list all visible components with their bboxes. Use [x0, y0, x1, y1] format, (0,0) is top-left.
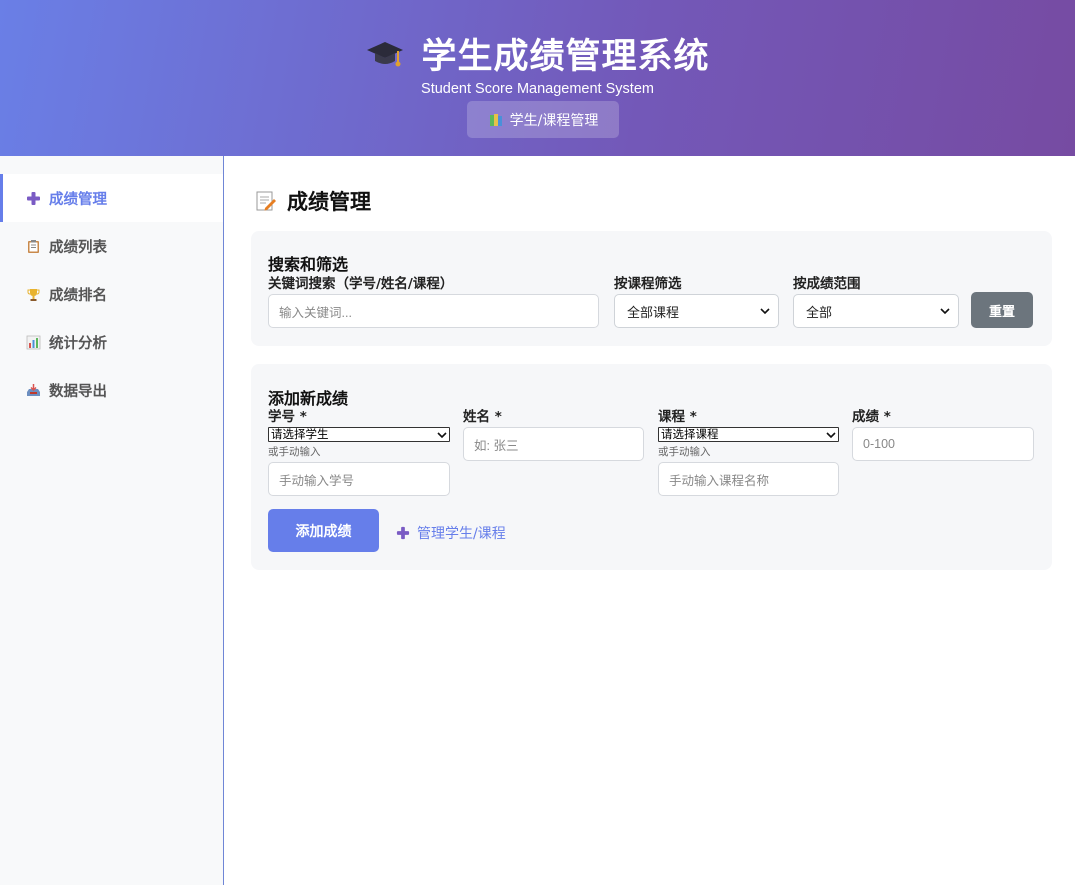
name-label: 姓名 *	[463, 409, 502, 425]
sidebar-item-label: 成绩排名	[49, 287, 107, 304]
keyword-placeholder: 输入关键词...	[279, 305, 352, 320]
plus-icon	[396, 526, 410, 540]
keyword-label: 关键词搜索（学号/姓名/课程）	[268, 276, 454, 292]
sidebar-item-label: 统计分析	[49, 335, 107, 352]
course-select[interactable]: 请选择课程	[658, 427, 839, 442]
manage-link-label: 管理学生/课程	[417, 526, 506, 542]
app-title: 学生成绩管理系统	[421, 37, 710, 77]
student-id-input[interactable]: 手动输入学号	[268, 462, 450, 496]
clipboard-icon	[28, 239, 39, 253]
score-input[interactable]: 0-100	[852, 427, 1034, 461]
sidebar-item-label: 数据导出	[49, 383, 107, 400]
course-filter-label: 按课程筛选	[614, 276, 682, 292]
course-name-input[interactable]: 手动输入课程名称	[658, 462, 839, 496]
score-placeholder: 0-100	[863, 437, 895, 451]
sidebar-item-statistics[interactable]: 统计分析	[0, 318, 223, 366]
plus-icon	[27, 191, 40, 205]
chevron-down-icon	[437, 431, 447, 438]
score-range-label: 按成绩范围	[793, 276, 861, 292]
chevron-down-icon	[940, 308, 950, 315]
chevron-down-icon	[826, 431, 836, 438]
sidebar-item-data-export[interactable]: 数据导出	[0, 366, 223, 414]
name-input[interactable]: 如: 张三	[463, 427, 644, 461]
inbox-tray-icon	[27, 383, 40, 396]
student-hint: 或手动输入	[268, 446, 321, 458]
keyword-search-input[interactable]: 输入关键词...	[268, 294, 599, 328]
app-header: 学生成绩管理系统 Student Score Management System…	[0, 0, 1075, 156]
name-placeholder: 如: 张三	[474, 438, 519, 453]
add-score-card: 添加新成绩 学号 * 请选择学生 或手动输入 手动输入学号 姓名 * 如: 张三…	[251, 364, 1052, 570]
memo-icon	[256, 191, 276, 211]
search-filter-card: 搜索和筛选 关键词搜索（学号/姓名/课程） 输入关键词... 按课程筛选 全部课…	[251, 231, 1052, 346]
course-name-placeholder: 手动输入课程名称	[669, 473, 770, 488]
bar-chart-icon	[26, 335, 41, 349]
sidebar-item-score-management[interactable]: 成绩管理	[0, 174, 223, 222]
graduation-cap-icon	[367, 41, 404, 66]
title-row: 学生成绩管理系统	[0, 28, 1075, 79]
student-select-value: 请选择学生	[271, 426, 329, 441]
manage-button-label: 学生/课程管理	[509, 112, 599, 129]
sidebar-item-score-list[interactable]: 成绩列表	[0, 222, 223, 270]
manage-students-courses-link[interactable]: 管理学生/课程	[396, 523, 506, 543]
course-filter-select[interactable]: 全部课程	[614, 294, 779, 328]
sidebar: 成绩管理 成绩列表 成绩排名 统计分析 数据导出	[0, 156, 224, 885]
score-range-value: 全部	[806, 305, 833, 321]
manage-students-courses-button[interactable]: 学生/课程管理	[467, 101, 619, 138]
sidebar-item-label: 成绩列表	[49, 239, 107, 256]
score-label: 成绩 *	[852, 409, 891, 425]
page-title: 成绩管理	[255, 186, 371, 216]
add-score-button[interactable]: 添加成绩	[268, 509, 379, 552]
sidebar-item-score-ranking[interactable]: 成绩排名	[0, 270, 223, 318]
trophy-icon	[27, 288, 40, 301]
page-title-text: 成绩管理	[287, 190, 371, 214]
score-range-select[interactable]: 全部	[793, 294, 959, 328]
reset-button[interactable]: 重置	[971, 292, 1033, 328]
course-label: 课程 *	[658, 409, 697, 425]
course-filter-value: 全部课程	[627, 305, 680, 321]
sidebar-item-label: 成绩管理	[49, 191, 107, 208]
course-hint: 或手动输入	[658, 446, 711, 458]
student-id-label: 学号 *	[268, 409, 307, 425]
student-select[interactable]: 请选择学生	[268, 427, 450, 442]
course-select-value: 请选择课程	[661, 426, 719, 441]
student-id-placeholder: 手动输入学号	[279, 473, 355, 488]
books-icon	[489, 113, 502, 126]
main-content: 成绩管理 搜索和筛选 关键词搜索（学号/姓名/课程） 输入关键词... 按课程筛…	[224, 156, 1075, 885]
chevron-down-icon	[760, 308, 770, 315]
app-subtitle: Student Score Management System	[421, 81, 654, 97]
